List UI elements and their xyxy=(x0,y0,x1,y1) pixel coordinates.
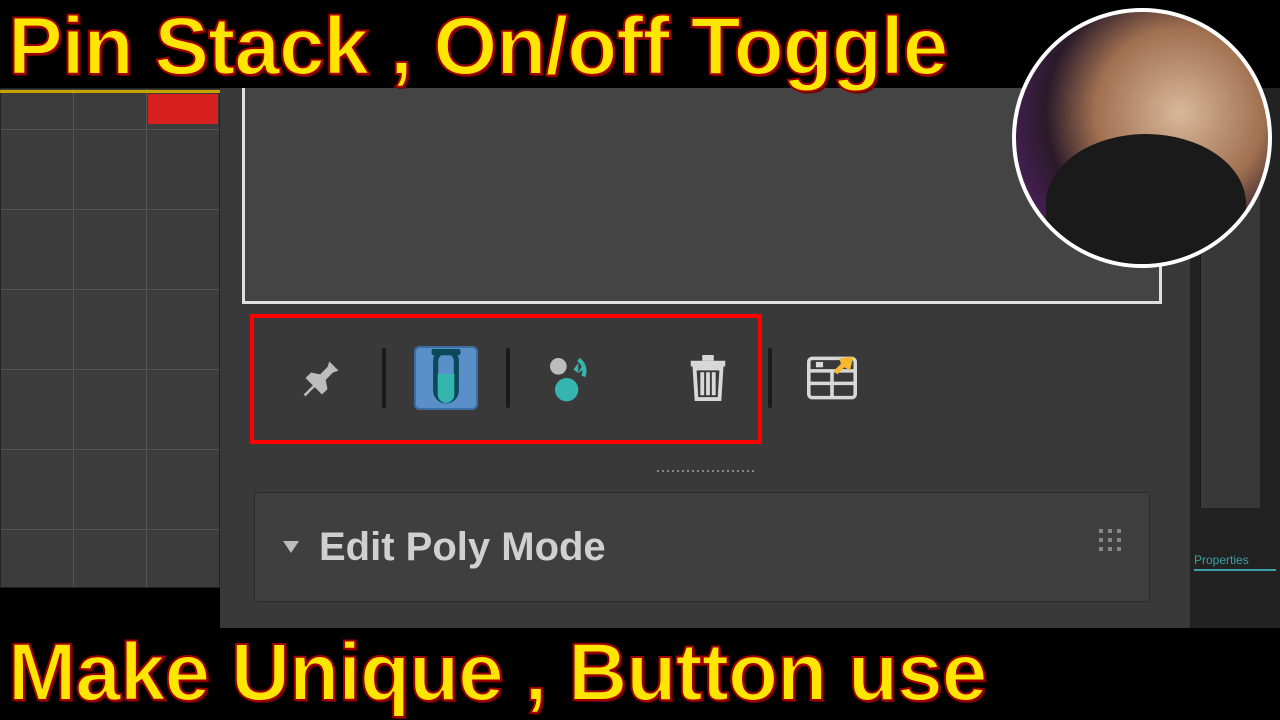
show-end-result-toggle[interactable] xyxy=(414,346,478,410)
separator xyxy=(506,348,510,408)
presenter-webcam-overlay xyxy=(1012,8,1272,268)
edit-poly-mode-rollout[interactable]: Edit Poly Mode xyxy=(254,492,1150,602)
drag-grip-icon xyxy=(1099,529,1121,551)
modifier-toolbar xyxy=(242,320,1162,436)
rollout-title: Edit Poly Mode xyxy=(319,525,606,570)
test-tube-icon xyxy=(424,349,468,407)
configure-modifier-sets-button[interactable] xyxy=(800,346,864,410)
remove-modifier-button[interactable] xyxy=(676,346,740,410)
viewport-grid xyxy=(0,88,220,588)
properties-tab[interactable]: Properties xyxy=(1194,553,1276,571)
selection-indicator xyxy=(148,94,218,124)
collapse-arrow-icon xyxy=(283,541,299,553)
make-unique-button[interactable] xyxy=(538,346,602,410)
panel-drag-handle[interactable] xyxy=(615,470,795,480)
pin-icon xyxy=(300,356,344,400)
separator xyxy=(768,348,772,408)
trash-icon xyxy=(685,353,731,403)
pin-stack-button[interactable] xyxy=(290,346,354,410)
overlay-title-bottom: Make Unique , Button use xyxy=(0,632,1280,714)
separator xyxy=(382,348,386,408)
make-unique-icon xyxy=(545,353,595,403)
configure-sets-icon xyxy=(807,355,857,401)
